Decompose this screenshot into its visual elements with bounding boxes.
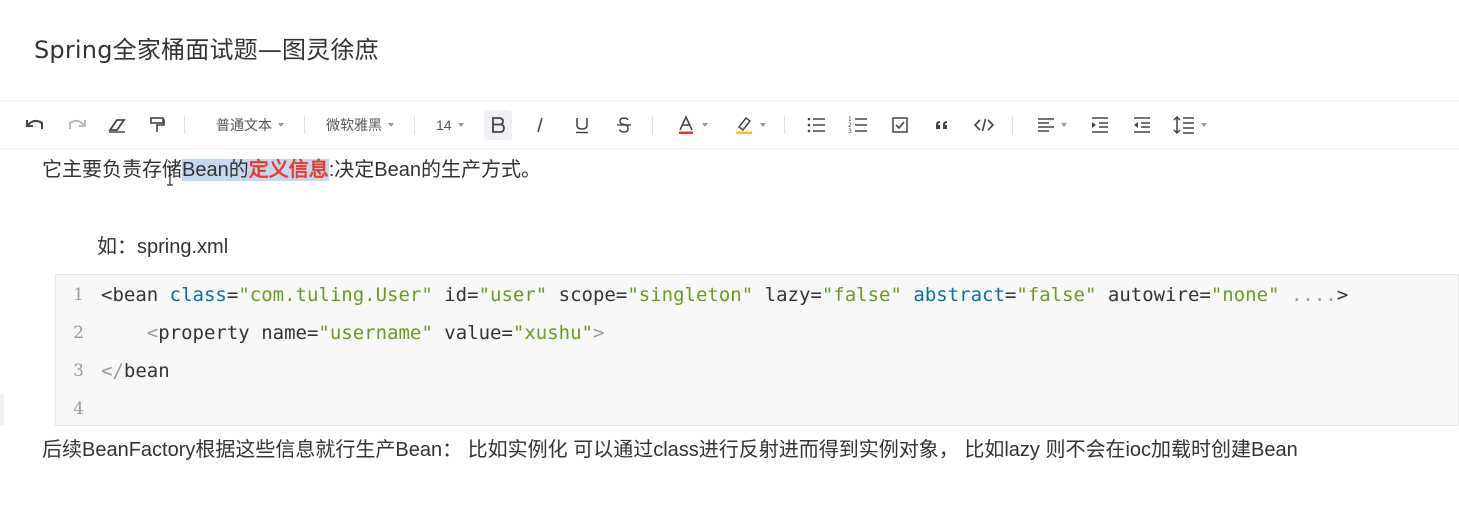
redo-icon [69,119,86,129]
window-edge [0,395,4,425]
format-painter-icon [150,116,165,132]
align-dropdown[interactable] [1032,110,1072,140]
bullet-list-icon [807,117,825,132]
font-size-label: 14 [436,116,452,133]
strikethrough-button[interactable] [610,110,638,140]
clear-format-button[interactable] [104,110,130,140]
paragraph-beanfactory[interactable]: 后续BeanFactory根据这些信息就行生产Bean： 比如实例化 可以通过c… [42,433,1298,462]
checkbox-icon [891,116,908,133]
paragraph-storage[interactable]: 它主要负责存储Bean的定义信息:决定Bean的生产方式。 [42,153,541,182]
bold-icon [491,116,505,133]
underline-button[interactable] [568,110,596,140]
chevron-down-icon [388,122,394,127]
code-line: 4 [56,390,101,428]
font-color-button[interactable] [672,110,712,140]
quote-icon [935,120,947,129]
redo-button[interactable] [64,110,90,140]
paragraph-text: :决定Bean的生产方式。 [328,159,541,181]
toolbar-separator [414,115,415,134]
highlighter-icon [735,116,752,134]
code-line: 1 <bean class="com.tuling.User" id="user"… [56,276,1348,314]
paragraph-example[interactable]: 如：spring.xml [97,230,228,259]
bullet-list-button[interactable] [802,110,830,140]
numbered-list-button[interactable]: 123 [844,110,872,140]
code-line-text: <property name="username" value="xushu"> [146,322,605,344]
paragraph-text: 它主要负责存储 [42,159,182,181]
line-number: 1 [73,285,84,305]
checklist-button[interactable] [886,110,914,140]
format-painter-button[interactable] [144,110,170,140]
indent-increase-icon [1091,116,1108,133]
italic-button[interactable] [526,110,554,140]
toolbar-separator [304,115,305,134]
bold-button[interactable] [483,109,512,140]
indent-increase-button[interactable] [1086,110,1114,140]
highlight-color-button[interactable] [730,110,770,140]
numbered-list-icon: 123 [848,116,867,134]
toolbar-separator [1011,115,1013,134]
indent-decrease-icon [1133,116,1150,133]
font-family-label: 微软雅黑 [326,116,382,133]
line-height-icon [1173,115,1194,134]
code-block[interactable]: 1 <bean class="com.tuling.User" id="user"… [55,274,1459,426]
code-line-text: </bean [101,360,170,382]
selected-red-bold-text: 定义信息 [248,159,329,181]
undo-button[interactable] [22,110,48,140]
line-height-dropdown[interactable] [1170,110,1210,140]
undo-icon [26,119,43,129]
chevron-down-icon [1200,122,1207,127]
code-line-text: <bean class="com.tuling.User" id="user" … [101,284,1349,306]
selected-text[interactable]: Bean的定义信息 [182,159,329,181]
toolbar-separator [783,115,785,134]
font-size-dropdown[interactable]: 14 [430,110,470,140]
line-number: 3 [73,361,84,381]
blockquote-button[interactable] [928,110,956,140]
code-icon [973,118,994,131]
paragraph-style-label: 普通文本 [216,116,272,133]
chevron-down-icon [759,122,766,127]
svg-text:3: 3 [848,128,852,134]
align-left-icon [1037,117,1054,132]
text-cursor-icon [167,166,173,186]
editor-toolbar: 普通文本 微软雅黑 14 123 [0,100,1459,149]
eraser-icon [108,118,126,133]
chevron-down-icon [278,122,284,127]
chevron-down-icon [1060,122,1067,127]
line-number: 2 [73,323,84,343]
chevron-down-icon [701,122,708,127]
chevron-down-icon [457,122,464,127]
document-title[interactable]: Spring全家桶面试题—图灵徐庶 [34,30,379,65]
code-block-button[interactable] [970,110,998,140]
code-line: 2 <property name="username" value="xushu… [56,314,604,352]
code-line: 3 </bean [56,352,170,390]
indent-decrease-button[interactable] [1128,110,1156,140]
italic-icon [536,117,543,132]
toolbar-separator [184,115,185,134]
line-number: 4 [73,399,84,419]
paragraph-style-dropdown[interactable]: 普通文本 [210,110,290,140]
strikethrough-icon [616,116,631,133]
font-family-dropdown[interactable]: 微软雅黑 [320,110,400,140]
font-color-icon [678,114,693,134]
underline-icon [575,117,588,133]
selected-plain-text: Bean的 [182,159,249,181]
toolbar-separator [651,115,653,134]
